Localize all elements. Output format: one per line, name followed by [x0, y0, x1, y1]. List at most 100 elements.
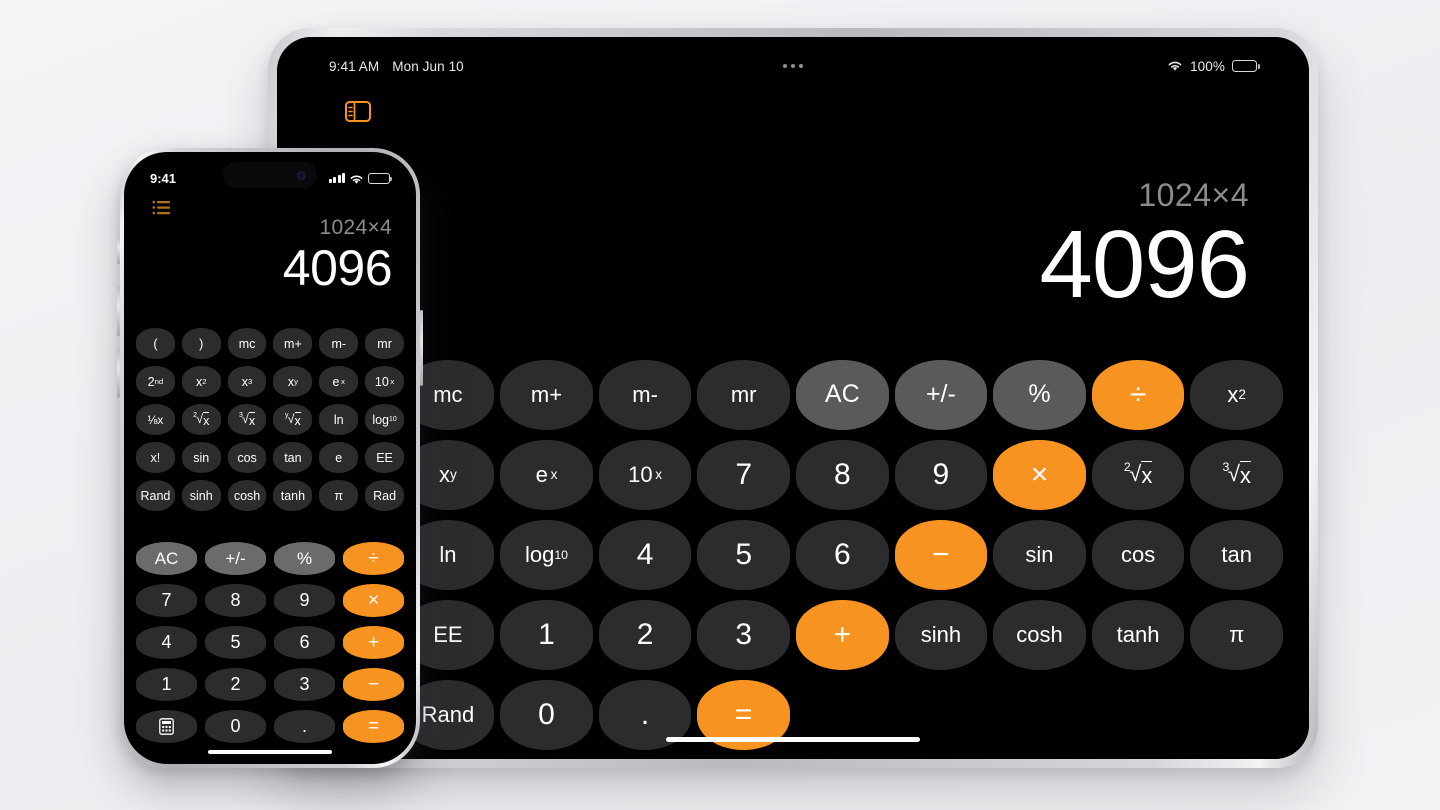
- key-square-root[interactable]: 2 √ x: [181, 404, 221, 435]
- key-ten-power-x[interactable]: 10 x: [598, 439, 692, 510]
- key-cos[interactable]: cos: [1091, 519, 1185, 590]
- key-sin[interactable]: sin: [181, 442, 221, 473]
- key-6[interactable]: 6: [795, 519, 889, 590]
- cellular-signal-icon: [328, 173, 345, 183]
- key-3[interactable]: 3: [697, 599, 790, 670]
- key-open-paren[interactable]: (: [136, 328, 175, 359]
- key-divide[interactable]: ÷: [1091, 359, 1185, 430]
- key-all-clear[interactable]: AC: [136, 542, 197, 575]
- key-9[interactable]: 9: [274, 584, 335, 617]
- volume-down-button[interactable]: [117, 348, 120, 398]
- key-m-plus[interactable]: m+: [273, 328, 313, 359]
- key-cube-root[interactable]: 3 √ x: [227, 404, 267, 435]
- key-x-squared[interactable]: x2: [1190, 359, 1283, 430]
- key-sin[interactable]: sin: [993, 519, 1086, 590]
- key-m-minus[interactable]: m-: [319, 328, 359, 359]
- key-sinh[interactable]: sinh: [181, 480, 221, 511]
- key-multiply[interactable]: ×: [343, 584, 404, 617]
- multitask-dot-icon: [791, 64, 795, 68]
- key-square-root[interactable]: 2 √ x: [1091, 439, 1185, 510]
- ipad-device: 9:41 AM Mon Jun 10 100% 1024×4 4096 mc m…: [268, 28, 1318, 768]
- key-m-minus[interactable]: m-: [598, 359, 692, 430]
- key-divide[interactable]: ÷: [343, 542, 404, 575]
- iphone-result: 4096: [282, 240, 393, 296]
- key-8[interactable]: 8: [795, 439, 889, 510]
- key-all-clear[interactable]: AC: [795, 359, 889, 430]
- key-tan[interactable]: tan: [1190, 519, 1283, 590]
- key-e[interactable]: e: [319, 442, 359, 473]
- key-calculator-mode[interactable]: [136, 710, 197, 743]
- key-percent[interactable]: %: [274, 542, 335, 575]
- key-cube-root[interactable]: 3 √ x: [1190, 439, 1283, 510]
- key-m-plus[interactable]: m+: [500, 359, 593, 430]
- key-mr[interactable]: mr: [365, 328, 404, 359]
- key-1[interactable]: 1: [136, 668, 197, 701]
- key-ten-power-x[interactable]: 10 x: [365, 366, 404, 397]
- key-0[interactable]: 0: [500, 679, 593, 750]
- key-5[interactable]: 5: [205, 626, 266, 659]
- key-cosh[interactable]: cosh: [227, 480, 267, 511]
- key-decimal[interactable]: .: [274, 710, 335, 743]
- key-4[interactable]: 4: [136, 626, 197, 659]
- key-8[interactable]: 8: [205, 584, 266, 617]
- ipad-keypad: )mcm+m-mrAC+/-%÷x2x3xye x10 x789×2√x3√xy…: [277, 355, 1283, 754]
- key-e-power-x[interactable]: e x: [319, 366, 359, 397]
- key-reciprocal[interactable]: ⅛x: [136, 404, 175, 435]
- history-list-icon[interactable]: [152, 200, 171, 215]
- key-sign[interactable]: +/-: [894, 359, 988, 430]
- key-rad[interactable]: Rad: [365, 480, 404, 511]
- key-5[interactable]: 5: [697, 519, 790, 590]
- key-3[interactable]: 3: [274, 668, 335, 701]
- key-tanh[interactable]: tanh: [1091, 599, 1185, 670]
- key-factorial[interactable]: x!: [136, 442, 175, 473]
- key-2[interactable]: 2: [598, 599, 692, 670]
- home-indicator[interactable]: [208, 750, 332, 754]
- key-x-cubed[interactable]: x3: [227, 366, 267, 397]
- key-subtract[interactable]: −: [343, 668, 404, 701]
- ipad-expression: 1024×4: [1138, 177, 1249, 213]
- key-y-root[interactable]: y√x: [273, 404, 313, 435]
- key-9[interactable]: 9: [894, 439, 988, 510]
- key-equals[interactable]: =: [343, 710, 404, 743]
- key-second[interactable]: 2nd: [136, 366, 175, 397]
- key-tan[interactable]: tan: [273, 442, 313, 473]
- key-cosh[interactable]: cosh: [993, 599, 1086, 670]
- key-e-power-x[interactable]: e x: [500, 439, 593, 510]
- key-subtract[interactable]: −: [894, 519, 988, 590]
- key-mc[interactable]: mc: [227, 328, 267, 359]
- action-button[interactable]: [117, 236, 120, 264]
- key-log10[interactable]: log 10: [365, 404, 404, 435]
- iphone-status-time: 9:41: [150, 170, 177, 186]
- key-sign[interactable]: +/-: [205, 542, 266, 575]
- key-percent[interactable]: %: [993, 359, 1086, 430]
- key-add[interactable]: +: [343, 626, 404, 659]
- key-rand[interactable]: Rand: [136, 480, 175, 511]
- home-indicator[interactable]: [666, 737, 920, 742]
- key-pi[interactable]: π: [319, 480, 359, 511]
- power-button[interactable]: [420, 310, 423, 386]
- key-1[interactable]: 1: [500, 599, 593, 670]
- key-close-paren[interactable]: ): [181, 328, 221, 359]
- multitasking-control[interactable]: [783, 64, 803, 68]
- key-multiply[interactable]: ×: [993, 439, 1086, 510]
- sidebar-toggle-icon[interactable]: [345, 101, 371, 122]
- key-7[interactable]: 7: [697, 439, 790, 510]
- key-ln[interactable]: ln: [319, 404, 359, 435]
- key-cos[interactable]: cos: [227, 442, 267, 473]
- key-7[interactable]: 7: [136, 584, 197, 617]
- key-x-power-y[interactable]: xy: [273, 366, 313, 397]
- key-x-squared[interactable]: x2: [181, 366, 221, 397]
- key-0[interactable]: 0: [205, 710, 266, 743]
- key-pi[interactable]: π: [1190, 599, 1283, 670]
- key-sinh[interactable]: sinh: [894, 599, 988, 670]
- key-2[interactable]: 2: [205, 668, 266, 701]
- key-add[interactable]: +: [795, 599, 889, 670]
- key-tanh[interactable]: tanh: [273, 480, 313, 511]
- key-ee[interactable]: EE: [365, 442, 404, 473]
- key-log10[interactable]: log 10: [500, 519, 593, 590]
- key-mr[interactable]: mr: [697, 359, 790, 430]
- volume-up-button[interactable]: [117, 286, 120, 336]
- key-6[interactable]: 6: [274, 626, 335, 659]
- battery-full-icon: [1232, 60, 1260, 72]
- key-4[interactable]: 4: [598, 519, 692, 590]
